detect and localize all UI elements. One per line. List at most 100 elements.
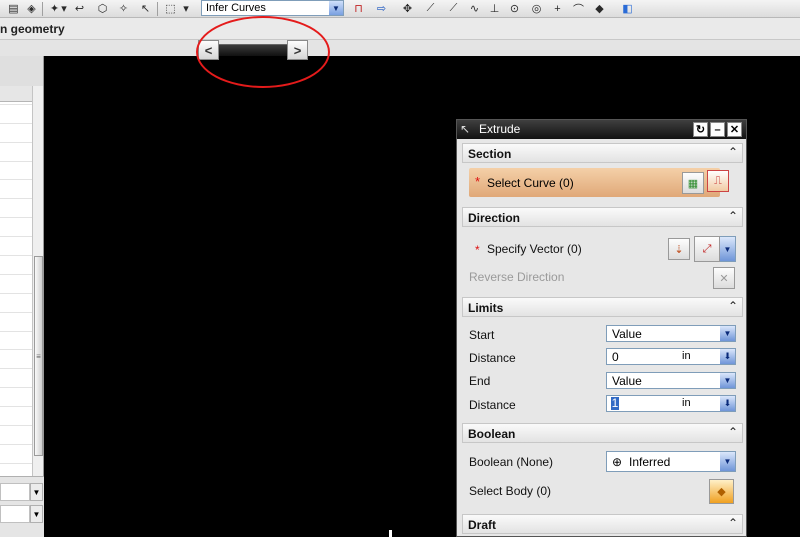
limits-header[interactable]: Limits ⌃ — [462, 297, 743, 317]
boolean-header-label: Boolean — [468, 427, 516, 441]
list-item[interactable] — [0, 162, 32, 181]
details-field[interactable] — [0, 483, 30, 501]
select-icon[interactable]: ✧ — [116, 1, 131, 16]
list-item[interactable] — [0, 218, 32, 238]
box-select-icon[interactable]: ⬚ — [163, 1, 178, 16]
list-item[interactable] — [0, 426, 32, 445]
arrow-right-icon[interactable]: ⇨ — [374, 1, 389, 16]
direction-header[interactable]: Direction ⌃ — [462, 207, 743, 227]
arrow-down-icon[interactable]: ⬇ — [720, 349, 735, 364]
boolean-dropdown[interactable]: ⊕ Inferred ▼ — [606, 451, 736, 472]
select-curve-label: Select Curve (0) — [487, 176, 574, 190]
collapse-icon[interactable]: ⌃ — [728, 425, 738, 439]
curve-rule-dropdown[interactable]: Infer Curves ▼ — [201, 0, 344, 16]
navigator-scrollbar[interactable]: ≡ — [32, 86, 43, 516]
paste-icon[interactable]: ◈ — [24, 1, 39, 16]
collapse-icon[interactable]: ⌃ — [728, 299, 738, 313]
end-distance-value: 1 — [611, 396, 619, 410]
start-dropdown[interactable]: Value ▼ — [606, 325, 736, 342]
chevron-down-icon[interactable]: ▼ — [329, 1, 343, 15]
list-item[interactable] — [0, 143, 32, 162]
list-item[interactable] — [0, 180, 32, 200]
chevron-down-icon[interactable]: ▼ — [30, 505, 43, 523]
draft-header[interactable]: Draft ⌃ — [462, 514, 743, 534]
dialog-titlebar[interactable]: ↖ Extrude ↻ – ✕ — [457, 120, 746, 139]
list-item[interactable] — [0, 369, 32, 389]
reset-button[interactable]: ↻ — [693, 122, 708, 137]
main-toolbar: ▤ ◈ ✦ ▾ ↩ ⬡ ✧ ↖ ⬚ ▾ Infer Curves ▼ ⊓ ⇨ ✥… — [0, 0, 800, 18]
chevron-down-icon[interactable]: ▾ — [60, 1, 68, 16]
collapse-icon[interactable]: ⌃ — [728, 516, 738, 530]
move-icon[interactable]: ✥ — [400, 1, 415, 16]
list-item[interactable] — [0, 388, 32, 408]
circle-point-icon[interactable]: ⊙ — [507, 1, 522, 16]
list-item[interactable] — [0, 294, 32, 313]
list-item[interactable] — [0, 124, 32, 143]
circle-icon[interactable]: ◎ — [529, 1, 544, 16]
draft-header-label: Draft — [468, 518, 497, 532]
curve-rule-icon[interactable]: ▦ — [682, 172, 704, 194]
pointer-icon[interactable]: ↖ — [138, 1, 153, 16]
perpendicular-icon[interactable]: ⊥ — [487, 1, 502, 16]
selection-bar-label: n geometry — [0, 22, 65, 36]
list-item[interactable] — [0, 407, 32, 427]
arc-icon[interactable]: ⌒ — [571, 1, 586, 16]
chevron-down-icon[interactable]: ▼ — [720, 373, 735, 388]
list-item[interactable] — [0, 313, 32, 332]
start-label: Start — [469, 328, 495, 342]
vector-dialog-icon[interactable]: ⇣ — [668, 238, 690, 260]
chevron-down-icon[interactable]: ▼ — [720, 326, 735, 341]
pen-icon[interactable]: ⟋ — [446, 1, 461, 16]
required-icon: * — [475, 243, 480, 257]
minimize-button[interactable]: – — [710, 122, 725, 137]
chevron-down-icon[interactable]: ▼ — [720, 237, 735, 261]
end-distance-field[interactable]: 1 in ⬇ — [606, 395, 736, 412]
dialog-title: Extrude — [479, 122, 521, 136]
cube-icon[interactable]: ◧ — [620, 1, 635, 16]
end-value: Value — [612, 374, 642, 388]
boolean-label: Boolean (None) — [469, 455, 554, 469]
chevron-down-icon[interactable]: ▾ — [182, 1, 190, 16]
list-item[interactable] — [0, 105, 32, 124]
list-item[interactable] — [0, 237, 32, 257]
line-icon[interactable]: ⟋ — [423, 1, 438, 16]
chevron-down-icon[interactable]: ▼ — [30, 483, 43, 501]
close-button[interactable]: ✕ — [727, 122, 742, 137]
toolbar-separator — [157, 2, 158, 16]
end-label: End — [469, 374, 491, 388]
sketch-section-icon[interactable]: ⎍ — [707, 170, 729, 192]
list-item[interactable] — [0, 350, 32, 370]
list-item[interactable] — [0, 256, 32, 275]
vector-type-icon[interactable]: ⤢ — [694, 236, 720, 262]
pin-icon[interactable]: ↖ — [460, 122, 470, 136]
scroll-thumb[interactable]: ≡ — [34, 256, 43, 456]
undo-icon[interactable]: ↩ — [72, 1, 87, 16]
arrow-down-icon[interactable]: ⬇ — [720, 396, 735, 411]
chevron-down-icon[interactable]: ▼ — [720, 452, 735, 471]
list-item[interactable] — [0, 332, 32, 351]
end-dropdown[interactable]: Value ▼ — [606, 372, 736, 389]
plus-icon[interactable]: + — [550, 1, 565, 16]
details-field[interactable] — [0, 505, 30, 523]
vector-dropdown[interactable]: ▼ — [720, 236, 736, 262]
shape-icon[interactable]: ◆ — [592, 1, 607, 16]
list-item[interactable] — [0, 275, 32, 294]
direction-header-label: Direction — [468, 211, 521, 225]
end-distance-label: Distance — [469, 398, 516, 412]
navigator-list[interactable] — [0, 86, 32, 516]
reverse-direction-button[interactable]: ✕ — [713, 267, 735, 289]
boolean-header[interactable]: Boolean ⌃ — [462, 423, 743, 443]
start-distance-field[interactable]: 0 in ⬇ — [606, 348, 736, 365]
section-header[interactable]: Section ⌃ — [462, 143, 743, 163]
box-icon[interactable]: ⬡ — [95, 1, 110, 16]
collapse-icon[interactable]: ⌃ — [728, 209, 738, 223]
curve-icon[interactable]: ∿ — [467, 1, 482, 16]
list-item[interactable] — [0, 445, 32, 464]
collapse-icon[interactable]: ⌃ — [728, 145, 738, 159]
navigator-panel: ≡ ▼ ▼ — [0, 56, 44, 537]
body-cube-icon[interactable]: ◆ — [709, 479, 734, 504]
limits-header-label: Limits — [468, 301, 504, 315]
copy-icon[interactable]: ▤ — [6, 1, 21, 16]
list-item[interactable] — [0, 199, 32, 219]
intersect-icon[interactable]: ⊓ — [351, 1, 366, 16]
